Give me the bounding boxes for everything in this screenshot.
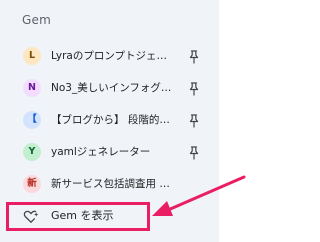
gem-item-label: No3_美しいインフォグ… (51, 82, 172, 94)
gem-section-title: Gem (22, 13, 51, 27)
gem-avatar: L (23, 47, 41, 65)
gem-item-label: 【ブログから】 段階的… (51, 114, 170, 126)
gem-item-label: Lyraのプロンプトジェ… (51, 50, 168, 62)
show-gems-label: Gem を表示 (51, 209, 114, 222)
gem-item-infographic[interactable]: N No3_美しいインフォグ… (0, 72, 219, 104)
gem-avatar: 新 (23, 175, 41, 193)
gem-item-blog[interactable]: 【 【ブログから】 段階的… (0, 104, 219, 136)
gem-item-label: yamlジェネレーター (51, 146, 151, 158)
gem-item-yaml[interactable]: Y yamlジェネレーター (0, 136, 219, 168)
pin-icon[interactable] (189, 146, 199, 160)
gem-item-lyra[interactable]: L Lyraのプロンプトジェ… (0, 40, 219, 72)
gem-item-new-service[interactable]: 新 新サービス包括調査用 … (0, 168, 219, 200)
pin-icon[interactable] (189, 114, 199, 128)
gem-avatar: N (23, 79, 41, 97)
gem-heart-icon (23, 210, 39, 223)
pin-icon[interactable] (189, 82, 199, 96)
gem-avatar: Y (23, 143, 41, 161)
gem-avatar: 【 (23, 111, 41, 129)
pin-icon[interactable] (189, 50, 199, 64)
show-gems-button[interactable]: Gem を表示 (9, 205, 147, 228)
gem-item-label: 新サービス包括調査用 … (51, 178, 170, 190)
